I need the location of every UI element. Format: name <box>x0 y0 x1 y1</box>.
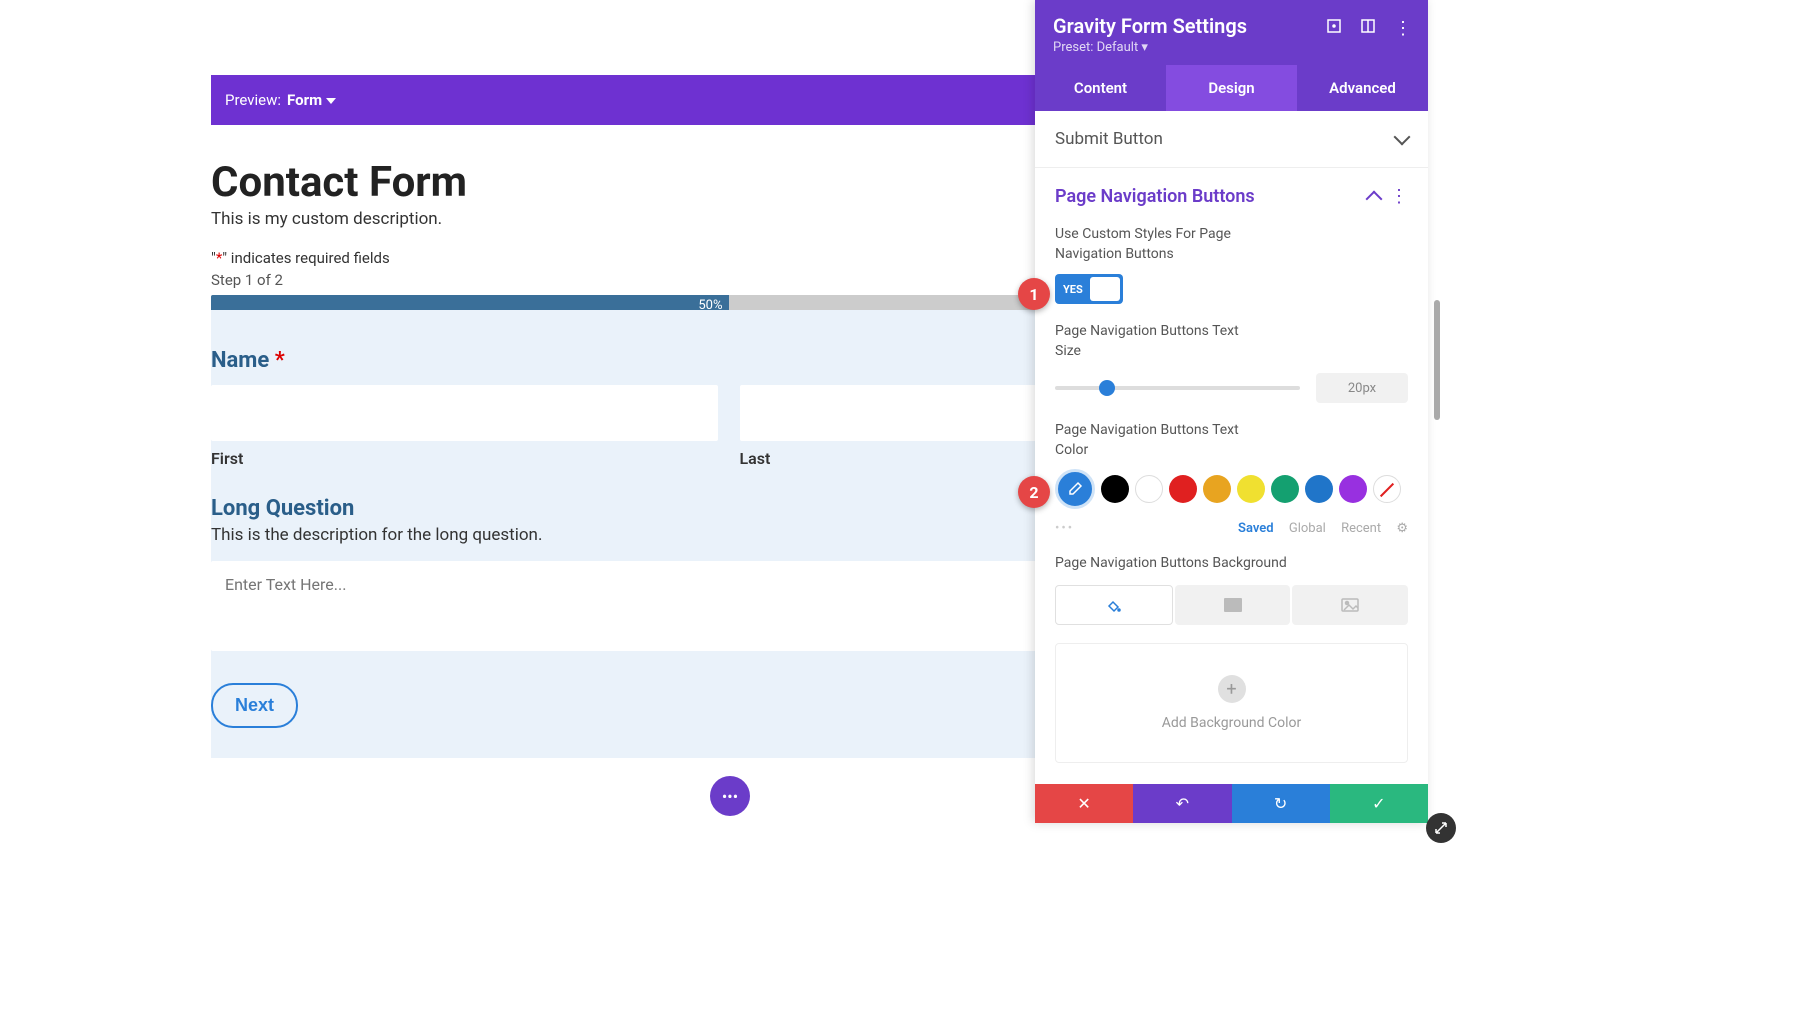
slider-thumb[interactable] <box>1099 380 1115 396</box>
palette-recent[interactable]: Recent <box>1341 521 1381 536</box>
color-swatches <box>1055 475 1408 509</box>
chevron-down-icon <box>326 98 336 104</box>
expand-icon[interactable] <box>1326 18 1342 34</box>
swatch-white[interactable] <box>1135 475 1163 503</box>
swatch-yellow[interactable] <box>1237 475 1265 503</box>
chevron-up-icon[interactable] <box>1366 190 1383 207</box>
resize-handle[interactable] <box>1426 813 1456 843</box>
sidebar-tabs: Content Design Advanced <box>1035 65 1428 111</box>
first-name-input[interactable] <box>211 385 718 441</box>
redo-button[interactable]: ↻ <box>1232 784 1330 823</box>
layout-icon[interactable] <box>1360 18 1376 34</box>
text-size-label: Page Navigation Buttons Text Size <box>1055 322 1255 361</box>
undo-button[interactable]: ↶ <box>1133 784 1231 823</box>
sidebar-body: Submit Button Page Navigation Buttons Us… <box>1035 111 1428 823</box>
preset-label[interactable]: Preset: Default ▾ <box>1053 40 1410 55</box>
custom-styles-label: Use Custom Styles For Page Navigation Bu… <box>1055 225 1255 264</box>
tab-design[interactable]: Design <box>1166 65 1297 111</box>
next-button[interactable]: Next <box>211 683 298 728</box>
first-name-sublabel: First <box>211 449 718 468</box>
annotation-marker-2: 2 <box>1018 476 1050 508</box>
kebab-menu-icon[interactable] <box>1394 18 1410 34</box>
custom-styles-toggle[interactable]: YES <box>1055 274 1123 304</box>
swatch-green[interactable] <box>1271 475 1299 503</box>
swatch-black[interactable] <box>1101 475 1129 503</box>
background-drop-area: + Add Background Color <box>1055 643 1408 763</box>
sidebar-header: Gravity Form Settings Preset: Default ▾ <box>1035 0 1428 65</box>
swatch-purple[interactable] <box>1339 475 1367 503</box>
bg-tab-color[interactable] <box>1055 585 1173 625</box>
text-size-slider[interactable] <box>1055 386 1300 390</box>
section-submit-button[interactable]: Submit Button <box>1035 111 1428 168</box>
settings-sidebar: Gravity Form Settings Preset: Default ▾ … <box>1035 0 1428 823</box>
preview-label: Preview: <box>225 91 281 109</box>
sidebar-title: Gravity Form Settings <box>1053 14 1247 38</box>
palette-settings-icon[interactable]: ⚙ <box>1396 521 1408 536</box>
chevron-down-icon <box>1394 129 1411 146</box>
color-picker-button[interactable] <box>1055 469 1095 509</box>
annotation-marker-1: 1 <box>1018 278 1050 310</box>
section-page-navigation: Page Navigation Buttons Use Custom Style… <box>1035 168 1428 773</box>
swatch-red[interactable] <box>1169 475 1197 503</box>
kebab-menu-icon[interactable] <box>1390 186 1408 207</box>
swatch-orange[interactable] <box>1203 475 1231 503</box>
text-color-label: Page Navigation Buttons Text Color <box>1055 421 1255 460</box>
sidebar-action-bar: ✕ ↶ ↻ ✓ <box>1035 784 1428 823</box>
confirm-button[interactable]: ✓ <box>1330 784 1428 823</box>
add-background-label: Add Background Color <box>1162 715 1302 731</box>
text-size-value[interactable]: 20px <box>1316 373 1408 403</box>
cancel-button[interactable]: ✕ <box>1035 784 1133 823</box>
bg-tab-gradient[interactable] <box>1175 585 1291 625</box>
palette-global[interactable]: Global <box>1289 521 1326 536</box>
add-background-button[interactable]: + <box>1218 675 1246 703</box>
palette-more-icon[interactable]: ••• <box>1055 521 1074 536</box>
background-label: Page Navigation Buttons Background <box>1055 554 1408 574</box>
swatch-none[interactable] <box>1373 475 1401 503</box>
tab-content[interactable]: Content <box>1035 65 1166 111</box>
bg-tab-image[interactable] <box>1292 585 1408 625</box>
section-title[interactable]: Page Navigation Buttons <box>1055 186 1255 207</box>
more-options-fab[interactable]: ••• <box>710 776 750 816</box>
swatch-blue[interactable] <box>1305 475 1333 503</box>
preview-dropdown[interactable]: Form <box>287 91 336 109</box>
toggle-knob <box>1090 277 1120 301</box>
scrollbar[interactable] <box>1434 300 1440 420</box>
palette-saved[interactable]: Saved <box>1238 521 1274 536</box>
tab-advanced[interactable]: Advanced <box>1297 65 1428 111</box>
